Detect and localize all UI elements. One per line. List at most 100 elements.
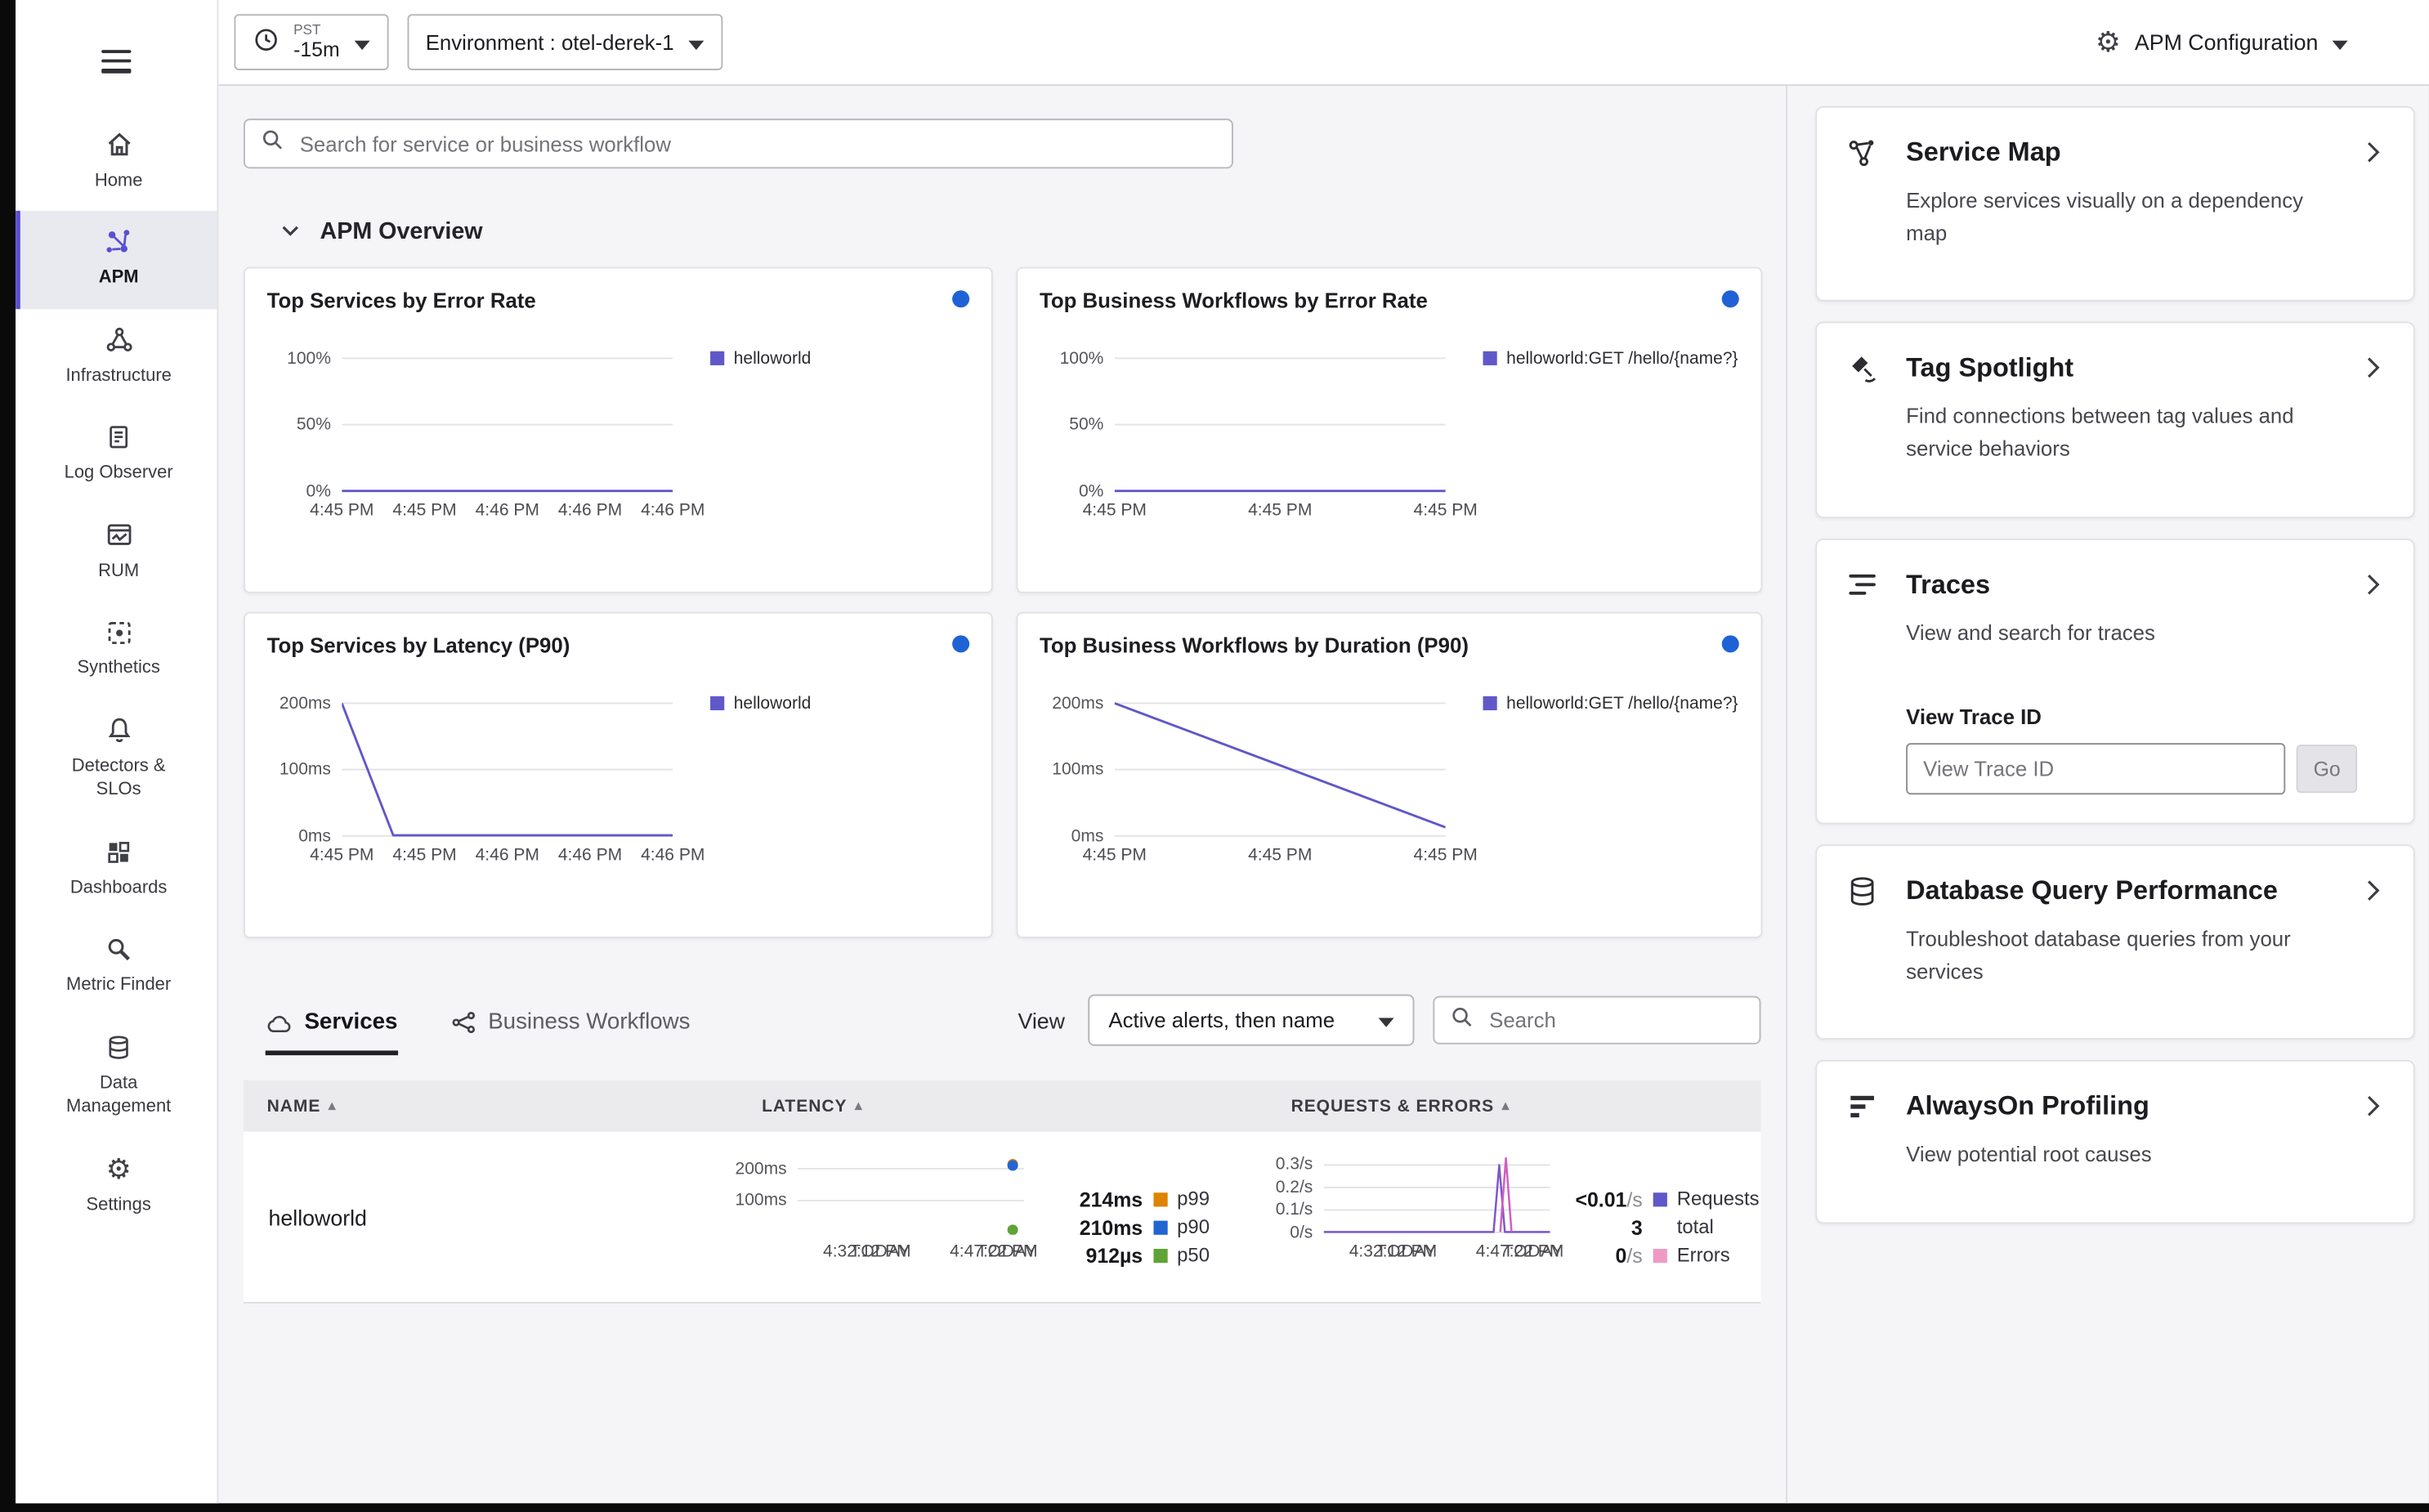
tabs: Services Business Workflows bbox=[265, 1010, 690, 1056]
sidebar-item-label: Home bbox=[94, 171, 143, 190]
latency-chart[interactable]: 200ms 100ms 0ms 4:45 PM 4:45 PM 4:46 PM 4:46 P… bbox=[267, 694, 705, 893]
caret-down-icon bbox=[2332, 30, 2348, 54]
chart-legend[interactable]: helloworld bbox=[710, 695, 811, 893]
go-button[interactable]: Go bbox=[2296, 745, 2358, 794]
chart-title: Top Business Workflows by Error Rate bbox=[1040, 289, 1428, 312]
requests-swatch bbox=[1653, 1192, 1668, 1206]
requests-metric: <0.01/s Requests bbox=[1575, 1187, 1760, 1211]
alwayson-profiling-card[interactable]: AlwaysOn Profiling View potential root c… bbox=[1815, 1060, 2415, 1224]
sidebar-item-home[interactable]: Home bbox=[16, 114, 217, 211]
service-search[interactable] bbox=[243, 119, 1233, 169]
clock-icon bbox=[253, 26, 279, 57]
duration-chart[interactable]: 200ms 100ms 0ms 4:45 PM 4:45 PM 4:45 PM bbox=[1040, 694, 1478, 893]
p99-metric: 214ms p99 bbox=[1079, 1187, 1210, 1211]
chevron-right-icon[interactable] bbox=[2367, 572, 2389, 603]
tag-spotlight-card[interactable]: Tag Spotlight Find connections between t… bbox=[1815, 322, 2415, 518]
table-search-input[interactable] bbox=[1486, 1006, 1769, 1034]
sidebar-item-settings[interactable]: ⚙ Settings bbox=[16, 1138, 217, 1235]
main-content: APM Overview Top Services by Error Rate … bbox=[218, 86, 1786, 1503]
latency-percentiles: 214ms p99 210ms p90 912µs p50 bbox=[1058, 1185, 1210, 1302]
view-trace-id-label: View Trace ID bbox=[1906, 705, 2042, 730]
sidebar-item-synthetics[interactable]: Synthetics bbox=[16, 602, 217, 699]
requests-errors-metrics: <0.01/s Requests 3 total 0/s Errors bbox=[1559, 1185, 1760, 1302]
errors-metric: 0/s Errors bbox=[1615, 1243, 1730, 1267]
sidebar-item-dashboards[interactable]: Dashboards bbox=[16, 821, 217, 918]
status-dot[interactable] bbox=[952, 635, 970, 653]
card-title: Service Map bbox=[1906, 137, 2061, 168]
latency-sparkline[interactable]: 200ms 100ms 4:32:12 PM TODAY 4:47:22 PM TODAY bbox=[736, 1153, 1038, 1301]
overview-charts-grid: Top Services by Error Rate 100% 50% 0% 4:45… bbox=[243, 266, 1763, 938]
card-description: View potential root causes bbox=[1906, 1143, 2152, 1167]
hamburger-menu-button[interactable] bbox=[96, 43, 138, 78]
sidebar-item-log-observer[interactable]: Log Observer bbox=[16, 406, 217, 503]
error-rate-chart[interactable]: 100% 50% 0% 4:45 PM 4:45 PM 4:45 PM bbox=[1040, 349, 1478, 548]
sidebar-item-data-management[interactable]: Data Management bbox=[16, 1016, 217, 1138]
caret-down-icon bbox=[353, 30, 369, 54]
chart-legend[interactable]: helloworld:GET /hello/{name?} bbox=[1483, 695, 1738, 893]
status-dot[interactable] bbox=[1721, 635, 1739, 653]
view-label: View bbox=[1018, 1007, 1065, 1033]
chevron-right-icon[interactable] bbox=[2367, 141, 2389, 172]
error-rate-chart[interactable]: 100% 50% 0% 4:45 PM 4:45 PM 4:46 PM 4:46 PM 4:4… bbox=[267, 349, 705, 548]
chevron-right-icon[interactable] bbox=[2367, 356, 2389, 387]
requests-sparkline[interactable]: 0.3/s 0.2/s 0.1/s 0/s 4:32:12 PM TODAY 4:47:22… bbox=[1268, 1153, 1563, 1301]
dashboards-icon bbox=[103, 836, 134, 867]
table-row[interactable]: helloworld 200ms 100ms 4:32:12 PM TODAY 4:47… bbox=[243, 1131, 1761, 1304]
time-range-value: -15m bbox=[293, 37, 340, 60]
p50-metric: 912µs p50 bbox=[1085, 1243, 1210, 1267]
table-search[interactable] bbox=[1433, 995, 1769, 1045]
tab-business-workflows[interactable]: Business Workflows bbox=[450, 1010, 690, 1055]
gear-icon: ⚙ bbox=[2095, 26, 2121, 58]
database-query-performance-card[interactable]: Database Query Performance Troubleshoot … bbox=[1815, 844, 2415, 1040]
topbar: PST -15m Environment : otel-derek-1 ⚙ AP… bbox=[218, 0, 2429, 87]
chart-card-services-error-rate: Top Services by Error Rate 100% 50% 0% 4:45… bbox=[243, 266, 993, 593]
cloud-icon bbox=[266, 1013, 292, 1033]
timezone-label: PST bbox=[293, 22, 321, 38]
home-icon bbox=[103, 129, 134, 160]
sidebar-item-detectors-slos[interactable]: Detectors & SLOs bbox=[16, 699, 217, 821]
splunk-apm-app: Home APM Infrastructure Log Observer RUM bbox=[16, 0, 2429, 1504]
service-name-cell[interactable]: helloworld bbox=[244, 1132, 738, 1302]
sidebar-item-metric-finder[interactable]: Metric Finder bbox=[16, 918, 217, 1015]
sort-asc-icon: ▴ bbox=[854, 1097, 863, 1113]
sidebar-item-label: Settings bbox=[86, 1195, 151, 1215]
chart-legend[interactable]: helloworld:GET /hello/{name?} bbox=[1483, 350, 1738, 548]
column-header-name[interactable]: NAME ▴ bbox=[244, 1097, 738, 1116]
service-map-card[interactable]: Service Map Explore services visually on… bbox=[1815, 105, 2415, 302]
view-sort-dropdown[interactable]: Active alerts, then name bbox=[1088, 994, 1415, 1046]
legend-label: helloworld bbox=[733, 694, 812, 714]
log-observer-icon bbox=[103, 422, 134, 453]
p90-metric: 210ms p90 bbox=[1079, 1215, 1210, 1239]
search-icon bbox=[261, 128, 284, 159]
tab-services[interactable]: Services bbox=[265, 1010, 398, 1056]
card-title: Database Query Performance bbox=[1906, 875, 2278, 906]
sidebar-item-infrastructure[interactable]: Infrastructure bbox=[16, 308, 217, 405]
rum-icon bbox=[103, 519, 134, 550]
latency-cell: 200ms 100ms 4:32:12 PM TODAY 4:47:22 PM TODAY… bbox=[736, 1132, 1267, 1302]
body: APM Overview Top Services by Error Rate … bbox=[218, 86, 2429, 1504]
errors-swatch bbox=[1653, 1248, 1668, 1263]
apm-icon bbox=[103, 226, 134, 257]
caret-down-icon bbox=[1378, 1009, 1394, 1032]
status-dot[interactable] bbox=[952, 290, 970, 308]
chevron-right-icon[interactable] bbox=[2367, 1095, 2389, 1126]
trace-id-input[interactable] bbox=[1906, 743, 2286, 795]
service-search-input[interactable] bbox=[296, 130, 1216, 157]
tag-spotlight-icon bbox=[1845, 351, 1880, 386]
apm-configuration-menu[interactable]: ⚙ APM Configuration bbox=[2086, 26, 2357, 57]
column-header-requests-errors[interactable]: REQUESTS & ERRORS ▴ bbox=[1268, 1097, 1761, 1116]
sidebar-item-rum[interactable]: RUM bbox=[16, 503, 217, 601]
legend-label: helloworld bbox=[733, 349, 812, 369]
card-title: AlwaysOn Profiling bbox=[1906, 1091, 2149, 1122]
chevron-right-icon[interactable] bbox=[2367, 879, 2389, 910]
services-controls: Services Business Workflows View Active … bbox=[244, 994, 1769, 1056]
chart-legend[interactable]: helloworld bbox=[710, 350, 811, 548]
environment-dropdown[interactable]: Environment : otel-derek-1 bbox=[406, 14, 722, 70]
time-range-picker[interactable]: PST -15m bbox=[234, 14, 388, 70]
legend-label: helloworld:GET /hello/{name?} bbox=[1506, 694, 1738, 714]
column-header-latency[interactable]: LATENCY ▴ bbox=[738, 1097, 1267, 1116]
sidebar-item-apm[interactable]: APM bbox=[16, 210, 217, 309]
traces-card[interactable]: Traces View and search for traces View T… bbox=[1815, 538, 2415, 825]
status-dot[interactable] bbox=[1721, 290, 1739, 308]
collapse-chevron-icon[interactable] bbox=[281, 217, 300, 244]
